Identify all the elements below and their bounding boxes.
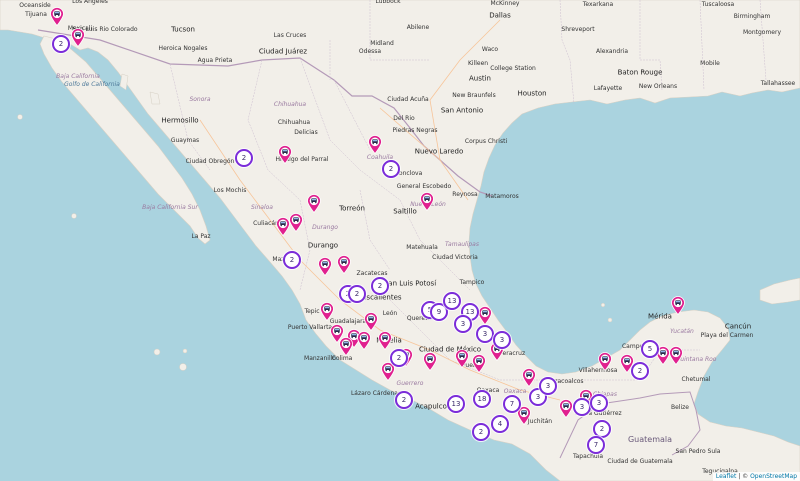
cluster-marker[interactable]: 3	[493, 331, 511, 349]
osm-link[interactable]: OpenStreetMap	[750, 473, 797, 480]
cluster-marker[interactable]: 3	[539, 377, 557, 395]
location-pin[interactable]	[289, 213, 303, 232]
cluster-marker[interactable]: 3	[590, 394, 608, 412]
location-pin[interactable]	[337, 255, 351, 274]
cluster-marker[interactable]: 2	[631, 362, 649, 380]
cluster-marker[interactable]: 5	[641, 340, 659, 358]
location-pin[interactable]	[671, 296, 685, 315]
cluster-marker[interactable]: 2	[395, 391, 413, 409]
cluster-marker[interactable]: 2	[382, 160, 400, 178]
location-pin[interactable]	[472, 354, 486, 373]
location-pin[interactable]	[307, 194, 321, 213]
location-pin[interactable]	[318, 257, 332, 276]
location-pin[interactable]	[276, 217, 290, 236]
cluster-marker[interactable]: 18	[473, 390, 491, 408]
cluster-marker[interactable]: 2	[52, 35, 70, 53]
basemap	[0, 0, 800, 481]
cluster-marker[interactable]: 13	[443, 292, 461, 310]
cluster-marker[interactable]: 2	[472, 423, 490, 441]
cluster-marker[interactable]: 3	[476, 325, 494, 343]
location-pin[interactable]	[455, 349, 469, 368]
cluster-marker[interactable]: 4	[491, 415, 509, 433]
location-pin[interactable]	[423, 352, 437, 371]
cluster-marker[interactable]: 2	[348, 285, 366, 303]
location-pin[interactable]	[522, 368, 536, 387]
cluster-marker[interactable]: 3	[573, 398, 591, 416]
location-pin[interactable]	[559, 399, 573, 418]
location-pin[interactable]	[368, 135, 382, 154]
location-pin[interactable]	[50, 7, 64, 26]
cluster-marker[interactable]: 7	[587, 436, 605, 454]
cluster-marker[interactable]: 13	[447, 395, 465, 413]
attribution-separator: | ©	[736, 473, 751, 480]
location-pin[interactable]	[320, 302, 334, 321]
cluster-marker[interactable]: 2	[283, 251, 301, 269]
location-pin[interactable]	[71, 28, 85, 47]
cluster-marker[interactable]: 2	[235, 149, 253, 167]
attribution: Leaflet | © OpenStreetMap	[712, 472, 800, 481]
cluster-marker[interactable]: 3	[454, 315, 472, 333]
location-pin[interactable]	[278, 145, 292, 164]
location-pin[interactable]	[339, 337, 353, 356]
leaflet-link[interactable]: Leaflet	[716, 473, 736, 480]
location-pin[interactable]	[378, 331, 392, 350]
cluster-marker[interactable]: 2	[390, 349, 408, 367]
location-pin[interactable]	[420, 192, 434, 211]
location-pin[interactable]	[364, 312, 378, 331]
location-pin[interactable]	[478, 306, 492, 325]
map-canvas[interactable]: Oceanside Los Angeles Tijuana San Luis Rio …	[0, 0, 800, 481]
location-pin[interactable]	[669, 346, 683, 365]
location-pin[interactable]	[598, 352, 612, 371]
cluster-marker[interactable]: 2	[371, 277, 389, 295]
location-pin[interactable]	[357, 331, 371, 350]
cluster-marker[interactable]: 7	[503, 395, 521, 413]
